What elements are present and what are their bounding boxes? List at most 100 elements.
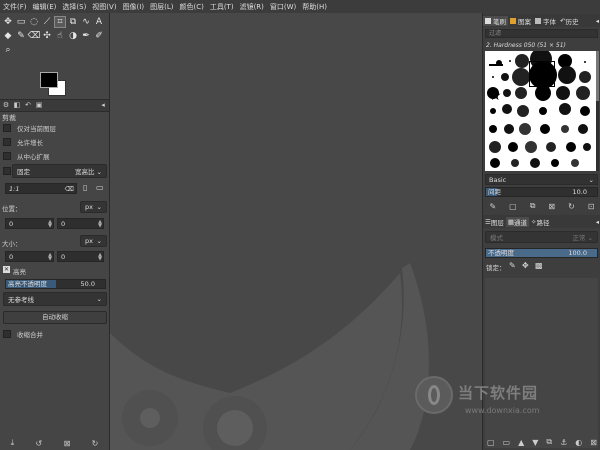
menu-item[interactable]: 选择(S) <box>59 2 89 12</box>
current-layer-only-checkbox[interactable] <box>3 124 11 132</box>
mask-icon[interactable]: ◐ <box>575 438 582 447</box>
edit-brush-icon[interactable]: ✎ <box>489 202 496 211</box>
brush-preview[interactable] <box>490 158 500 168</box>
brush-preview[interactable] <box>571 159 579 167</box>
allow-growing-checkbox[interactable] <box>3 138 11 146</box>
dock-menu-icon[interactable]: ◂ <box>594 218 600 226</box>
brush-preview[interactable] <box>546 142 556 152</box>
brush-preview[interactable] <box>559 103 571 115</box>
brush-preview[interactable] <box>539 107 547 115</box>
shrink-merged-checkbox[interactable] <box>3 330 11 338</box>
guides-dropdown[interactable]: 无参考线 ⌄ <box>3 292 107 306</box>
unified-transform-tool-icon[interactable]: ⧉ <box>67 16 79 28</box>
layer-opacity-slider[interactable]: 不透明度 100.0 <box>485 248 598 258</box>
anchor-layer-icon[interactable]: ⚓ <box>560 438 567 447</box>
brush-preview[interactable] <box>502 104 512 114</box>
brush-preview[interactable] <box>490 108 496 114</box>
line-brush-icon[interactable] <box>489 64 503 66</box>
expand-from-center-checkbox[interactable] <box>3 152 11 160</box>
menu-item[interactable]: 颜色(C) <box>176 2 206 12</box>
lock-alpha-icon[interactable]: ▩ <box>535 261 543 270</box>
brush-preview[interactable] <box>566 142 576 152</box>
allow-growing-option[interactable]: 允许增长 <box>0 136 109 148</box>
fixed-checkbox[interactable] <box>3 167 11 175</box>
brush-grid[interactable]: ★ <box>485 51 596 171</box>
brush-preview[interactable] <box>515 87 527 99</box>
tab-fonts[interactable]: 字体 <box>533 16 558 26</box>
move-tool-icon[interactable]: ✥ <box>2 16 14 28</box>
lasso-tool-icon[interactable]: ◌ <box>28 16 40 28</box>
brush-preset-dropdown[interactable]: Basic ⌄ <box>485 174 598 185</box>
spin-arrows-icon[interactable]: ▲ ▼ <box>48 253 52 262</box>
brush-preview[interactable] <box>525 141 537 153</box>
delete-brush-icon[interactable]: ⊠ <box>548 202 555 211</box>
expand-from-center-option[interactable]: 从中心扩展 <box>0 150 109 162</box>
menu-item[interactable]: 帮助(H) <box>299 2 330 12</box>
star-brush-icon[interactable]: ★ <box>489 89 502 103</box>
size-h-input[interactable]: 0 ▲ ▼ <box>57 251 104 262</box>
spin-arrows-icon[interactable]: ▲ ▼ <box>98 253 102 262</box>
brush-preview[interactable] <box>578 124 588 134</box>
brush-preview[interactable] <box>509 60 511 62</box>
tool-options-tab-icon[interactable]: ⚙ <box>2 101 10 109</box>
tab-patterns[interactable]: 图案 <box>508 16 533 26</box>
highlight-checkbox[interactable]: ✕ <box>3 266 10 273</box>
brush-preview[interactable] <box>517 105 529 117</box>
spin-arrows-icon[interactable]: ▲ ▼ <box>98 220 102 229</box>
size-unit-dropdown[interactable]: px ⌄ <box>80 235 107 247</box>
path-tool-icon[interactable]: ✒ <box>80 30 92 42</box>
dodge-tool-icon[interactable]: ◑ <box>67 30 79 42</box>
shrink-merged-option[interactable]: 收缩合并 <box>0 328 109 340</box>
rect-select-tool-icon[interactable]: ▭ <box>15 16 27 28</box>
menu-item[interactable]: 视图(V) <box>89 2 119 12</box>
images-tab-icon[interactable]: ▣ <box>35 101 43 109</box>
auto-shrink-button[interactable]: 自动收缩 <box>3 311 107 324</box>
tab-history[interactable]: ↶ 历史 <box>558 16 580 26</box>
brush-preview[interactable] <box>519 123 531 135</box>
dock-menu-icon[interactable]: ◂ <box>99 101 107 109</box>
color-picker-tool-icon[interactable]: ✐ <box>93 30 105 42</box>
brush-filter-input[interactable]: 过滤 <box>485 29 598 38</box>
brush-preview[interactable] <box>580 106 590 116</box>
warp-tool-icon[interactable]: ∿ <box>80 16 92 28</box>
layers-list[interactable] <box>485 278 598 448</box>
brush-preview[interactable] <box>492 76 494 78</box>
new-brush-icon[interactable]: ▢ <box>509 202 517 211</box>
position-y-input[interactable]: 0 ▲ ▼ <box>57 218 104 229</box>
duplicate-brush-icon[interactable]: ⧉ <box>530 201 536 211</box>
lower-layer-icon[interactable]: ▼ <box>532 438 538 447</box>
foreground-color-swatch[interactable] <box>40 72 58 88</box>
clone-tool-icon[interactable]: ✣ <box>41 30 53 42</box>
brush-preview[interactable] <box>540 124 550 134</box>
image-canvas-area[interactable] <box>110 13 482 450</box>
brush-preview[interactable] <box>558 66 576 84</box>
brush-preview[interactable] <box>551 159 559 167</box>
brush-preview[interactable] <box>530 158 540 168</box>
brush-preview[interactable] <box>535 85 551 101</box>
current-layer-only-option[interactable]: 仅对当前图层 <box>0 122 109 134</box>
device-status-tab-icon[interactable]: ◧ <box>13 101 21 109</box>
menu-item[interactable]: 编辑(E) <box>30 2 60 12</box>
menu-item[interactable]: 图层(L) <box>147 2 176 12</box>
highlight-opacity-slider[interactable]: 高亮不透明度 50.0 <box>5 279 106 289</box>
brush-preview[interactable] <box>515 54 529 68</box>
brush-preview[interactable] <box>583 143 591 151</box>
brush-preview[interactable] <box>489 141 501 153</box>
brush-preview[interactable] <box>584 61 586 63</box>
tab-paths[interactable]: ✧ 路径 <box>529 217 551 227</box>
menu-item[interactable]: 文件(F) <box>0 2 30 12</box>
fixed-mode-dropdown[interactable]: 固定 宽高比 ⌄ <box>12 164 107 178</box>
layer-mode-dropdown[interactable]: 模式 正常 ⌄ <box>485 231 598 243</box>
brush-preview[interactable] <box>579 71 591 83</box>
tab-channels[interactable]: ▦ 通道 <box>505 216 529 227</box>
brush-preview[interactable] <box>501 73 509 81</box>
tab-brushes[interactable]: 笔刷 <box>483 15 508 26</box>
brush-preview[interactable] <box>556 86 570 100</box>
refresh-brush-icon[interactable]: ↻ <box>568 202 575 211</box>
ratio-input[interactable]: 1:1 ⌫ <box>5 183 77 194</box>
dock-menu-icon[interactable]: ◂ <box>594 17 600 25</box>
menu-item[interactable]: 图像(I) <box>120 2 148 12</box>
portrait-icon[interactable]: ▯ <box>83 183 87 192</box>
fg-bg-colors[interactable] <box>38 70 68 96</box>
brush-preview[interactable] <box>576 86 590 100</box>
